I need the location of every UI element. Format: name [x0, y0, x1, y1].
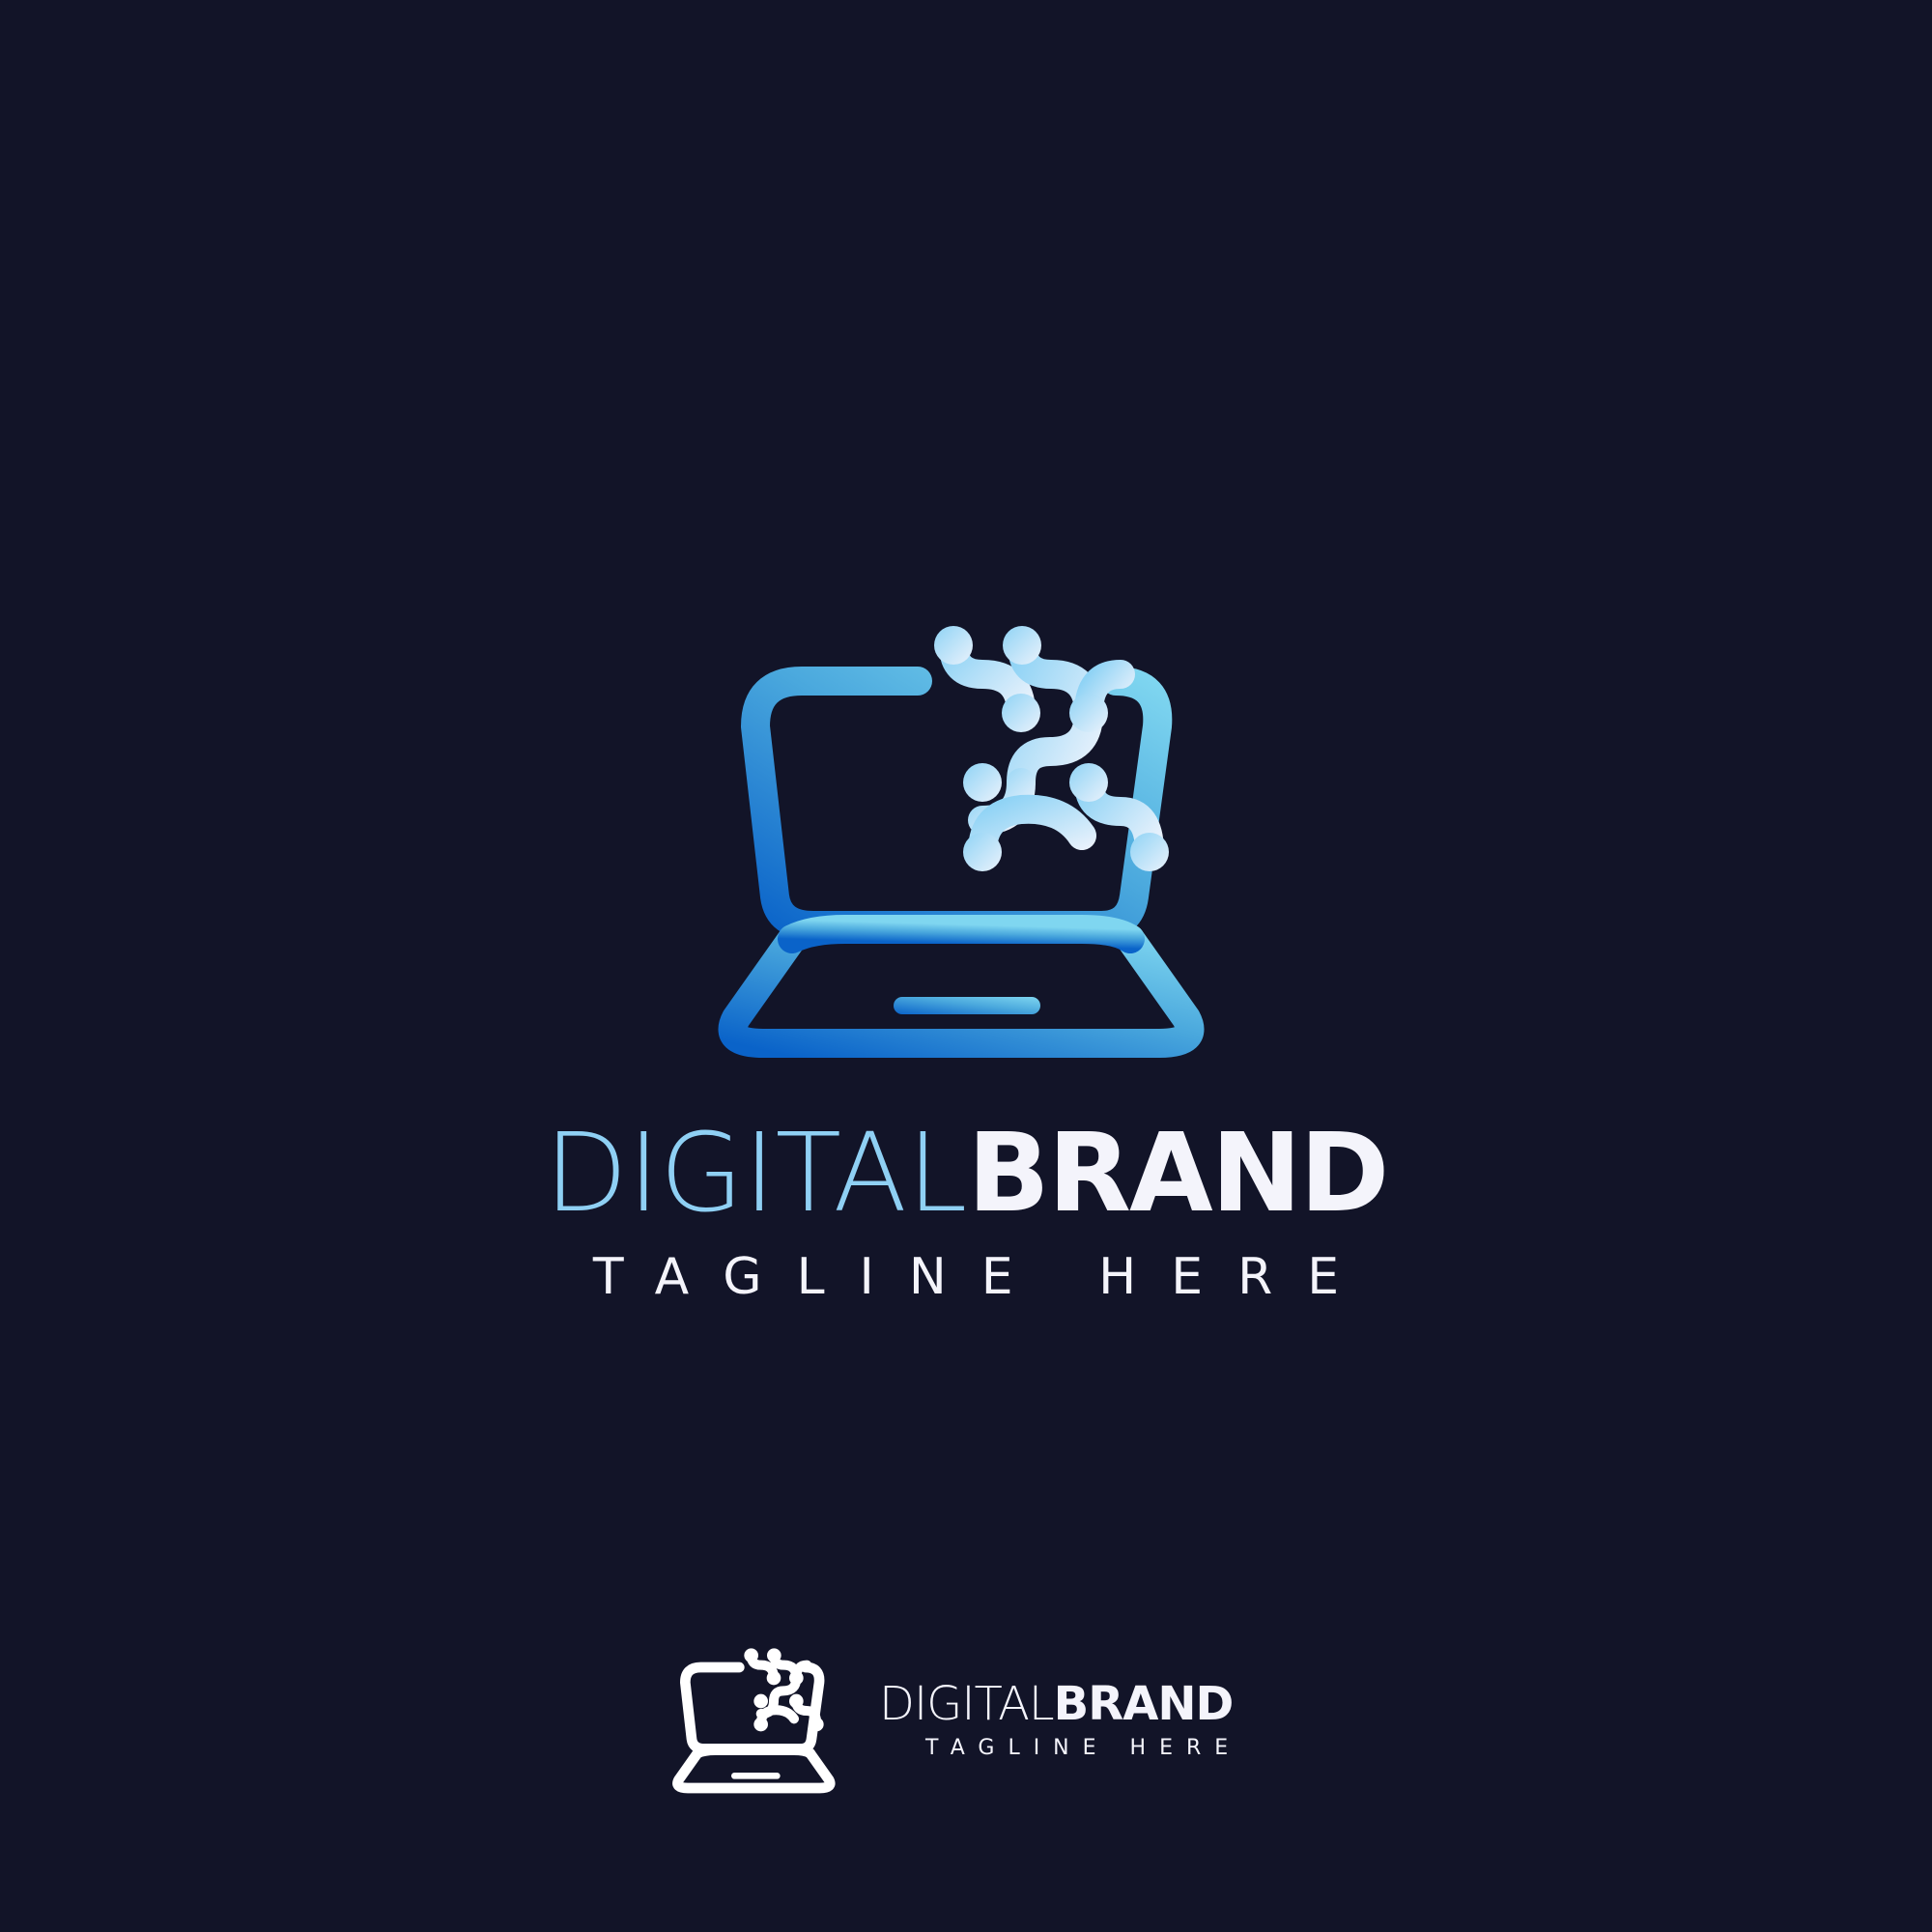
brand-name-bold: BRAND	[967, 1111, 1389, 1236]
brand-tagline-small: TAGLINE HERE	[925, 1736, 1242, 1760]
logo-canvas: DIGITALBRAND TAGLINE HERE DIGITALBRAND T…	[0, 0, 1932, 1932]
laptop-molecule-white-icon	[672, 1648, 836, 1794]
laptop-molecule-gradient-icon	[718, 626, 1205, 1058]
brand-wordmark-small: DIGITALBRAND	[879, 1676, 1285, 1732]
brand-wordmark: DIGITALBRAND	[0, 1111, 1932, 1236]
brand-name-light: DIGITAL	[544, 1111, 968, 1236]
brand-name-light-small: DIGITAL	[879, 1677, 1055, 1731]
brand-name-bold-small: BRAND	[1053, 1677, 1235, 1731]
brand-tagline: TAGLINE HERE	[592, 1248, 1375, 1306]
